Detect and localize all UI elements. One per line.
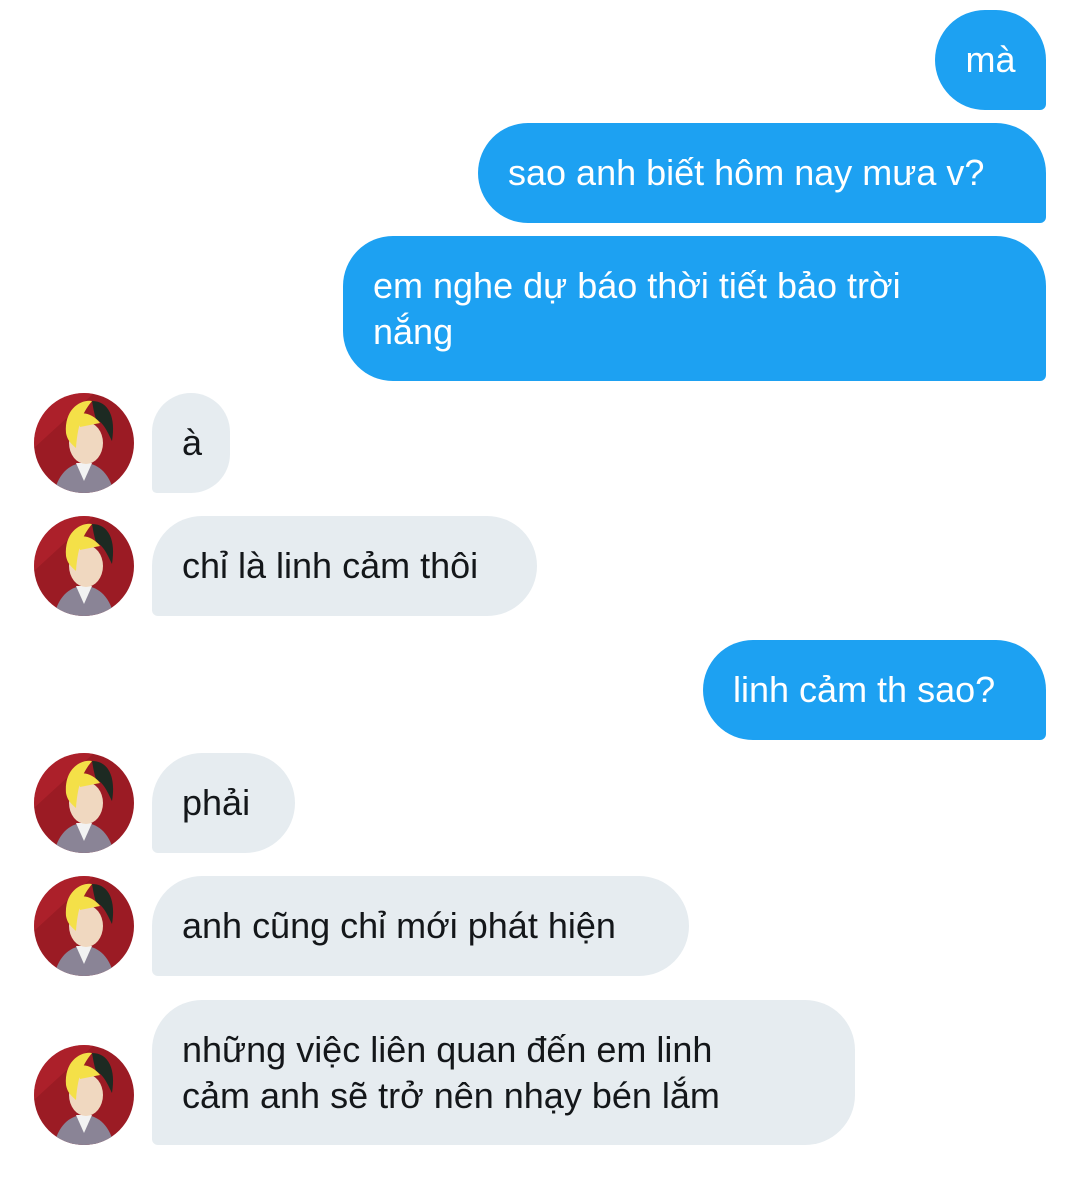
message-bubble-outgoing[interactable]: em nghe dự báo thời tiết bảo trời nắng: [343, 236, 1046, 381]
avatar-image: [34, 393, 134, 493]
contact-avatar[interactable]: [34, 516, 134, 616]
avatar-image: [34, 516, 134, 616]
message-bubble-incoming[interactable]: anh cũng chỉ mới phát hiện: [152, 876, 689, 976]
message-bubble-outgoing[interactable]: mà: [935, 10, 1046, 110]
message-bubble-outgoing[interactable]: linh cảm th sao?: [703, 640, 1046, 740]
message-bubble-incoming[interactable]: chỉ là linh cảm thôi: [152, 516, 537, 616]
avatar-image: [34, 876, 134, 976]
avatar-image: [34, 1045, 134, 1145]
contact-avatar[interactable]: [34, 876, 134, 976]
contact-avatar[interactable]: [34, 1045, 134, 1145]
message-bubble-outgoing[interactable]: sao anh biết hôm nay mưa v?: [478, 123, 1046, 223]
avatar-image: [34, 753, 134, 853]
contact-avatar[interactable]: [34, 753, 134, 853]
contact-avatar[interactable]: [34, 393, 134, 493]
message-bubble-incoming[interactable]: à: [152, 393, 230, 493]
message-bubble-incoming[interactable]: những việc liên quan đến em linh cảm anh…: [152, 1000, 855, 1145]
message-bubble-incoming[interactable]: phải: [152, 753, 295, 853]
